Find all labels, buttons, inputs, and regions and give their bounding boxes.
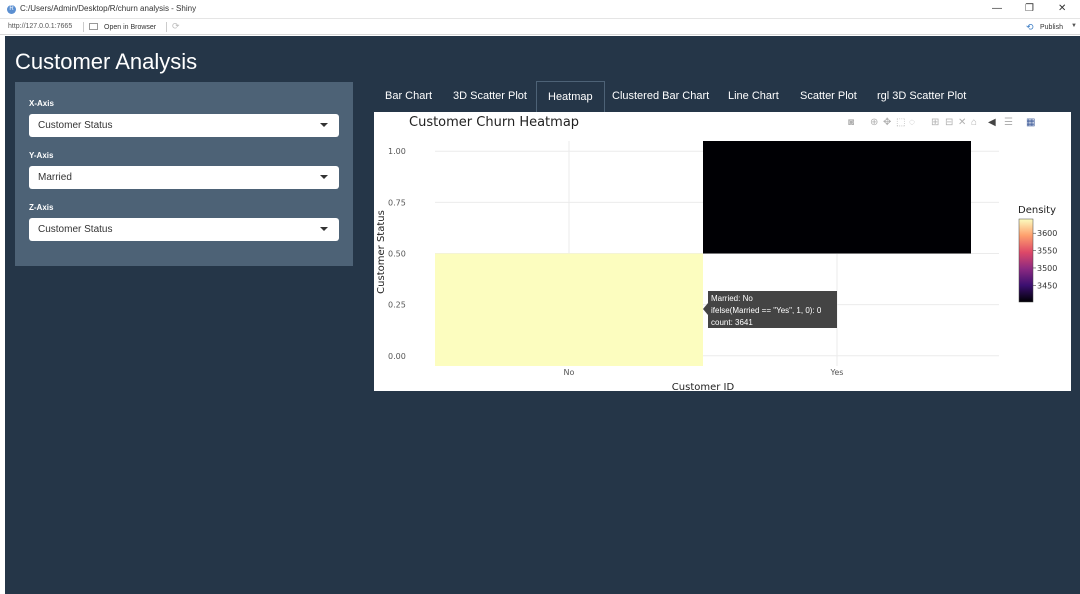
y-tick-label: 1.00: [388, 147, 406, 156]
colorbar-ticks: 3600 3550 3500 3450: [1033, 229, 1057, 290]
chart-title: Customer Churn Heatmap: [409, 115, 579, 130]
chevron-down-icon: [320, 227, 328, 231]
address-bar: http://127.0.0.1:7665 Open in Browser ⟳ …: [0, 19, 1080, 35]
url-text[interactable]: http://127.0.0.1:7665: [8, 23, 72, 30]
tab-bar-chart[interactable]: Bar Chart: [374, 81, 443, 112]
colorbar-tick-label: 3600: [1037, 229, 1057, 238]
x-axis-ticks: No Yes: [564, 368, 844, 377]
x-axis-selected-value: Customer Status: [38, 120, 113, 131]
tab-3d-scatter-plot[interactable]: 3D Scatter Plot: [442, 81, 538, 112]
colorbar-title: Density: [1018, 205, 1056, 216]
minimize-button[interactable]: —: [992, 3, 1002, 15]
window-title: C:/Users/Admin/Desktop/R/churn analysis …: [20, 4, 197, 13]
chevron-down-icon: [320, 175, 328, 179]
x-axis-select[interactable]: Customer Status: [29, 114, 339, 137]
x-tick-label: Yes: [830, 368, 844, 377]
tab-clustered-bar-chart[interactable]: Clustered Bar Chart: [601, 81, 720, 112]
open-in-browser-button[interactable]: Open in Browser: [104, 24, 156, 31]
x-axis-label: X-Axis: [29, 99, 54, 108]
close-button[interactable]: ✕: [1058, 3, 1066, 15]
divider: [83, 22, 84, 32]
tab-line-chart[interactable]: Line Chart: [717, 81, 790, 112]
y-tick-label: 0.25: [388, 301, 406, 310]
y-axis-title: Customer Status: [376, 210, 387, 294]
y-axis-label: Y-Axis: [29, 151, 54, 160]
app-container: Customer Analysis X-Axis Customer Status…: [5, 36, 1080, 594]
tab-scatter-plot[interactable]: Scatter Plot: [789, 81, 868, 112]
heatmap-plot[interactable]: ◙ ⊕ ✥ ⬚ ◌ ⊞ ⊟ ✕ ⌂ ◀ ☰ ▦ Customer Churn H…: [374, 112, 1071, 391]
page-title: Customer Analysis: [15, 49, 198, 74]
y-axis-selected-value: Married: [38, 172, 72, 183]
colorbar-tick-label: 3450: [1037, 281, 1057, 290]
tooltip-line-count: count: 3641: [711, 318, 753, 327]
colorbar-tick-label: 3550: [1037, 247, 1057, 256]
publish-icon[interactable]: ⟲: [1026, 22, 1034, 33]
y-axis-select[interactable]: Married: [29, 166, 339, 189]
colorbar-tick-label: 3500: [1037, 264, 1057, 273]
tooltip-line-expression: ifelse(Married == "Yes", 1, 0): 0: [711, 306, 822, 315]
heatmap-chart: Customer Churn Heatmap 0.00 0.25 0.50 0.75 1…: [376, 115, 1057, 391]
y-tick-label: 0.50: [388, 250, 406, 259]
tab-rgl-3d-scatter-plot[interactable]: rgl 3D Scatter Plot: [866, 81, 977, 112]
sidebar-panel: X-Axis Customer Status Y-Axis Married Z-…: [15, 82, 353, 266]
z-axis-selected-value: Customer Status: [38, 224, 113, 235]
heatmap-cell-yes[interactable]: [703, 141, 971, 254]
chevron-down-icon[interactable]: ▼: [1071, 23, 1077, 29]
window-titlebar: R C:/Users/Admin/Desktop/R/churn analysi…: [0, 0, 1080, 19]
y-tick-label: 0.75: [388, 198, 406, 207]
tab-heatmap[interactable]: Heatmap: [536, 81, 605, 112]
refresh-icon[interactable]: ⟳: [172, 21, 180, 32]
y-tick-label: 0.00: [388, 352, 406, 361]
r-logo-icon: R: [7, 5, 16, 14]
y-axis-ticks: 0.00 0.25 0.50 0.75 1.00: [388, 147, 406, 361]
heatmap-cells: [435, 141, 971, 366]
chevron-down-icon: [320, 123, 328, 127]
x-axis-title: Customer ID: [672, 382, 735, 391]
restore-button[interactable]: ❐: [1025, 3, 1034, 15]
heatmap-cell-no[interactable]: [435, 253, 703, 367]
z-axis-select[interactable]: Customer Status: [29, 218, 339, 241]
x-tick-label: No: [564, 368, 575, 377]
publish-button[interactable]: Publish: [1040, 24, 1063, 31]
divider: [166, 22, 167, 32]
tooltip-line-married: Married: No: [711, 294, 753, 303]
open-in-browser-icon[interactable]: [89, 23, 98, 30]
z-axis-label: Z-Axis: [29, 203, 54, 212]
colorbar: [1018, 218, 1034, 303]
hover-tooltip: Married: No ifelse(Married == "Yes", 1, …: [703, 291, 837, 328]
